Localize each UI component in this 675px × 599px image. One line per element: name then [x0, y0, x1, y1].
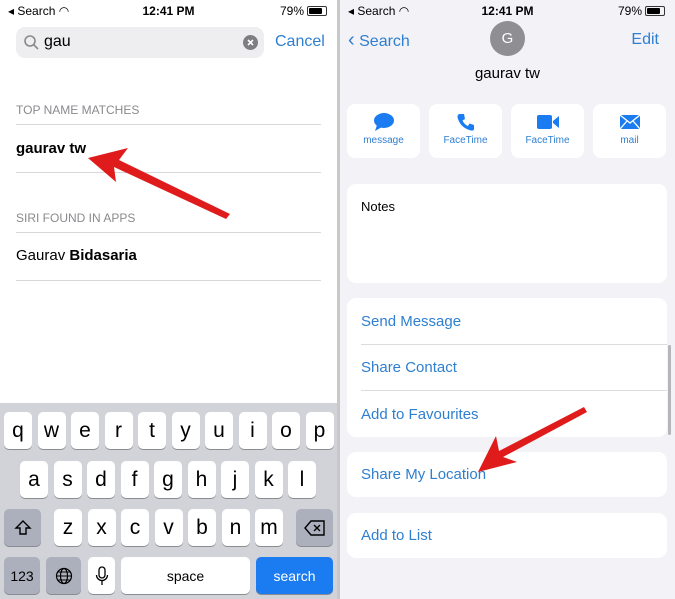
red-arrow-left [88, 148, 230, 219]
annotation-arrows [88, 148, 587, 472]
red-arrow-right [478, 407, 587, 472]
